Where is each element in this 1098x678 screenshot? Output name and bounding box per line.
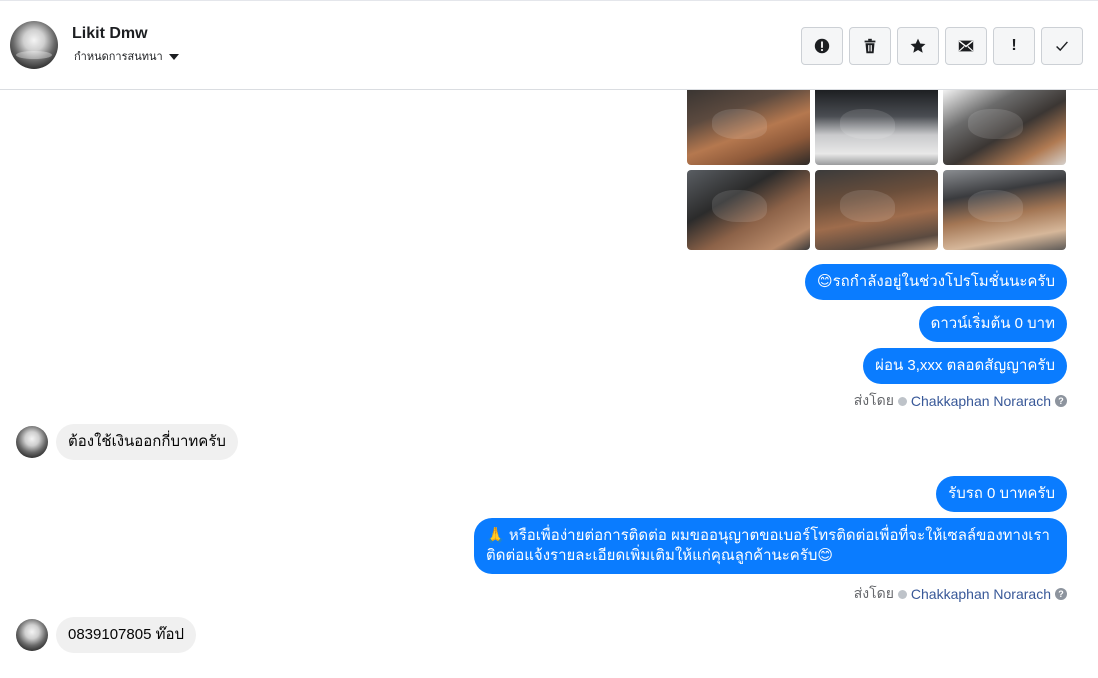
- follow-up-button[interactable]: !: [993, 27, 1035, 65]
- conversation-header: Likit Dmw กำหนดการสนทนา !: [0, 0, 1098, 90]
- star-button[interactable]: [897, 27, 939, 65]
- photo-gallery: [687, 90, 1066, 250]
- incoming-message-row: ต้องใช้เงินออกกี่บาทครับ: [16, 424, 238, 460]
- contact-avatar[interactable]: [10, 21, 58, 69]
- help-icon[interactable]: ?: [1055, 588, 1067, 600]
- front-seats-photo[interactable]: [687, 170, 810, 250]
- alert-circle-icon: [814, 38, 830, 54]
- checkmark-icon: [1056, 41, 1068, 52]
- trash-icon: [864, 38, 876, 54]
- outgoing-message[interactable]: รับรถ 0 บาทครับ: [936, 476, 1067, 512]
- engine-bay-photo[interactable]: [815, 90, 938, 165]
- star-icon: [910, 38, 926, 53]
- incoming-message-row: 0839107805 ท๊อป: [16, 617, 197, 653]
- rear-seats-photo[interactable]: [943, 170, 1066, 250]
- incoming-message[interactable]: ต้องใช้เงินออกกี่บาทครับ: [56, 424, 238, 460]
- outgoing-message[interactable]: 🙏 หรือเพื่อง่ายต่อการติดต่อ ผมขออนุญาตขอ…: [474, 518, 1067, 574]
- exclamation-icon: !: [1011, 37, 1017, 54]
- envelope-icon: [958, 40, 974, 52]
- contact-avatar-small[interactable]: [16, 619, 48, 651]
- mark-spam-button[interactable]: [801, 27, 843, 65]
- sent-by-label: ส่งโดย: [853, 392, 894, 408]
- contact-avatar-small[interactable]: [16, 426, 48, 458]
- sent-by-label: ส่งโดย: [853, 585, 894, 601]
- caret-down-icon: [168, 53, 179, 60]
- outgoing-message[interactable]: 😊รถกำลังอยู่ในช่วงโปรโมชั่นนะครับ: [804, 264, 1067, 300]
- sent-by-info: ส่งโดย Chakkaphan Norarach ?: [854, 583, 1067, 605]
- mark-unread-button[interactable]: [945, 27, 987, 65]
- sent-by-info: ส่งโดย Chakkaphan Norarach ?: [854, 390, 1067, 412]
- delete-button[interactable]: [849, 27, 891, 65]
- agent-name-link[interactable]: Chakkaphan Norarach: [911, 586, 1051, 602]
- verified-icon: [897, 589, 907, 599]
- gear-shifter-photo[interactable]: [815, 170, 938, 250]
- steering-wheel-photo[interactable]: [943, 90, 1066, 165]
- assign-label: กำหนดการสนทนา: [74, 51, 163, 63]
- outgoing-message[interactable]: ดาวน์เริ่มต้น 0 บาท: [918, 306, 1067, 342]
- message-thread[interactable]: 😊รถกำลังอยู่ในช่วงโปรโมชั่นนะครับ ดาวน์เ…: [0, 90, 1098, 678]
- incoming-message[interactable]: 0839107805 ท๊อป: [56, 617, 197, 653]
- mark-done-button[interactable]: [1041, 27, 1083, 65]
- conversation-toolbar: !: [801, 27, 1083, 65]
- contact-name[interactable]: Likit Dmw: [72, 25, 148, 43]
- agent-name-link[interactable]: Chakkaphan Norarach: [911, 393, 1051, 409]
- car-interior-dashboard-photo[interactable]: [687, 90, 810, 165]
- outgoing-message[interactable]: ผ่อน 3,xxx ตลอดสัญญาครับ: [863, 348, 1067, 384]
- assign-conversation-dropdown[interactable]: กำหนดการสนทนา: [74, 47, 179, 65]
- help-icon[interactable]: ?: [1055, 395, 1067, 407]
- verified-icon: [897, 396, 907, 406]
